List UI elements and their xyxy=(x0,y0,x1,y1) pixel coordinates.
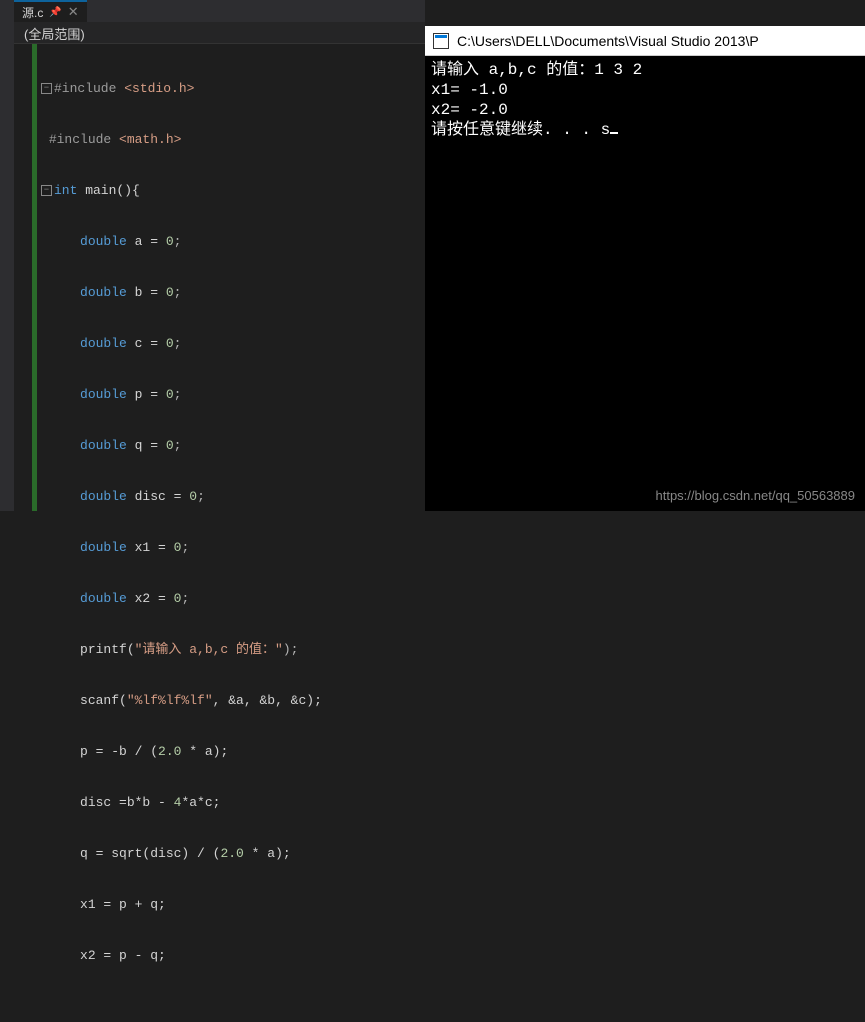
gutter xyxy=(14,44,32,511)
vertical-tab-well xyxy=(0,0,14,511)
watermark: https://blog.csdn.net/qq_50563889 xyxy=(656,488,856,503)
fold-icon[interactable]: − xyxy=(41,83,52,94)
tab-source-c[interactable]: 源.c 📌 ✕ xyxy=(14,0,87,22)
console-title: C:\Users\DELL\Documents\Visual Studio 20… xyxy=(457,33,759,49)
console-window[interactable]: 请输入 a,b,c 的值：1 3 2 x1= -1.0 x2= -2.0 请按任… xyxy=(425,56,865,511)
code-area[interactable]: −#include <stdio.h> #include <math.h> −i… xyxy=(14,44,425,511)
scope-label: (全局范围) xyxy=(24,27,85,42)
tab-label: 源.c xyxy=(22,4,43,21)
pin-icon[interactable]: 📌 xyxy=(49,7,61,18)
code-editor-pane: 源.c 📌 ✕ (全局范围) −#include <stdio.h> #incl… xyxy=(0,0,425,511)
console-output: 请输入 a,b,c 的值：1 3 2 x1= -1.0 x2= -2.0 请按任… xyxy=(425,56,865,144)
console-cursor xyxy=(610,132,618,134)
close-icon[interactable]: ✕ xyxy=(68,4,79,20)
console-titlebar[interactable]: C:\Users\DELL\Documents\Visual Studio 20… xyxy=(425,26,865,56)
scope-selector[interactable]: (全局范围) xyxy=(14,22,425,44)
console-app-icon xyxy=(433,33,449,49)
tab-bar: 源.c 📌 ✕ xyxy=(14,0,425,22)
fold-icon[interactable]: − xyxy=(41,185,52,196)
code-content[interactable]: −#include <stdio.h> #include <math.h> −i… xyxy=(37,44,425,511)
